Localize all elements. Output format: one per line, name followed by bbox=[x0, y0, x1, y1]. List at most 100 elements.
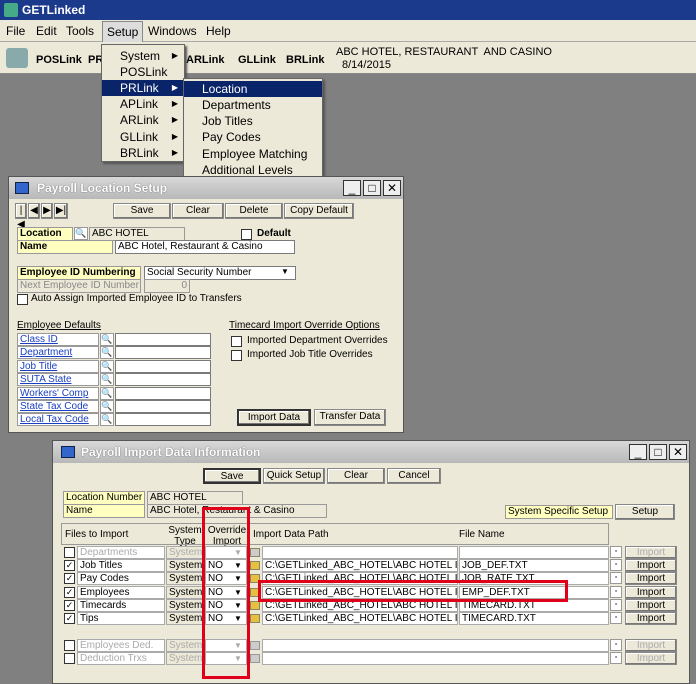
default-workers-comp-field[interactable] bbox=[115, 386, 211, 400]
chevron-down-icon[interactable]: ▼ bbox=[281, 267, 289, 276]
row-employees-import-button[interactable]: Import bbox=[625, 585, 677, 599]
default-checkbox[interactable] bbox=[241, 229, 252, 240]
row-departments-import-button[interactable]: Import bbox=[625, 546, 677, 559]
prlink-menu-pay-codes[interactable]: Pay Codes bbox=[184, 129, 322, 145]
row-departments-file[interactable] bbox=[459, 546, 609, 559]
browse-icon[interactable]: ▫ bbox=[610, 598, 622, 611]
search-icon[interactable]: 🔍 bbox=[100, 413, 114, 427]
toolbar-gllink[interactable]: GLLink bbox=[238, 54, 276, 66]
browse-icon[interactable]: ▫ bbox=[610, 612, 622, 624]
close-button[interactable]: ✕ bbox=[383, 180, 401, 196]
search-icon[interactable]: 🔍 bbox=[100, 386, 114, 400]
row-departments-path[interactable] bbox=[262, 546, 458, 559]
minimize-button[interactable]: _ bbox=[343, 180, 361, 196]
setup-menu-gllink[interactable]: GLLink ▶ bbox=[102, 129, 184, 145]
row-tips-path[interactable]: C:\GETLinked_ABC_HOTEL\ABC HOTEL I bbox=[262, 612, 458, 625]
empid-numbering-select[interactable]: Social Security Number bbox=[144, 266, 296, 280]
import-data-button[interactable]: Import Data bbox=[237, 409, 311, 426]
row-departments-checkbox[interactable] bbox=[64, 547, 75, 558]
prlink-menu-departments[interactable]: Departments bbox=[184, 97, 322, 113]
row-employees-ded--import-button[interactable]: Import bbox=[625, 639, 677, 652]
default-class-id-field[interactable] bbox=[115, 333, 211, 346]
minimize-button[interactable]: _ bbox=[629, 444, 647, 460]
default-department-link[interactable]: Department bbox=[17, 346, 99, 360]
row-job-titles-path[interactable]: C:\GETLinked_ABC_HOTEL\ABC HOTEL I bbox=[262, 559, 458, 573]
browse-icon[interactable]: ▫ bbox=[610, 639, 622, 651]
default-workers-comp-link[interactable]: Workers' Comp bbox=[17, 386, 99, 400]
row-pay-codes-import-button[interactable]: Import bbox=[625, 572, 677, 586]
setup-menu-poslink[interactable]: POSLink bbox=[102, 64, 184, 80]
folder-icon[interactable] bbox=[250, 641, 260, 650]
folder-icon[interactable] bbox=[250, 600, 260, 610]
transfer-data-button[interactable]: Transfer Data bbox=[314, 409, 386, 426]
prev-record-button[interactable]: ◀ bbox=[28, 203, 40, 219]
menu-help[interactable]: Help bbox=[206, 24, 231, 38]
row-pay-codes-checkbox[interactable]: ✓ bbox=[64, 573, 75, 585]
toolbar-arlink[interactable]: ARLink bbox=[186, 54, 225, 66]
search-icon[interactable]: 🔍 bbox=[100, 346, 114, 360]
loc-copy-default-button[interactable]: Copy Default bbox=[284, 203, 354, 219]
loc-delete-button[interactable]: Delete bbox=[225, 203, 283, 219]
row-employees-ded--checkbox[interactable] bbox=[64, 640, 75, 651]
row-job-titles-checkbox[interactable]: ✓ bbox=[64, 560, 75, 572]
folder-icon[interactable] bbox=[250, 654, 260, 664]
menu-file[interactable]: File bbox=[6, 24, 25, 38]
search-icon[interactable]: 🔍 bbox=[100, 333, 114, 346]
imp-quick-setup-button[interactable]: Quick Setup bbox=[263, 468, 325, 484]
default-class-id-link[interactable]: Class ID bbox=[17, 333, 99, 346]
next-record-button[interactable]: ▶ bbox=[41, 203, 53, 219]
setup-menu-brlink[interactable]: BRLink ▶ bbox=[102, 145, 184, 161]
loc-save-button[interactable]: Save bbox=[113, 203, 171, 219]
maximize-button[interactable]: □ bbox=[649, 444, 667, 460]
setup-menu-arlink[interactable]: ARLink ▶ bbox=[102, 112, 184, 128]
imp-clear-button[interactable]: Clear bbox=[327, 468, 385, 484]
first-record-button[interactable]: |◀ bbox=[15, 203, 27, 230]
row-timecards-checkbox[interactable]: ✓ bbox=[64, 599, 75, 611]
row-employees-checkbox[interactable]: ✓ bbox=[64, 586, 75, 598]
row-tips-import-button[interactable]: Import bbox=[625, 612, 677, 625]
dept-override-checkbox[interactable] bbox=[231, 336, 242, 347]
toolbar-poslink[interactable]: POSLink bbox=[36, 54, 82, 66]
default-job-title-field[interactable] bbox=[115, 359, 211, 373]
menu-tools[interactable]: Tools bbox=[66, 24, 94, 38]
setup-menu-prlink[interactable]: PRLink ▶ bbox=[102, 80, 184, 96]
auto-assign-checkbox[interactable] bbox=[17, 294, 28, 305]
browse-icon[interactable]: ▫ bbox=[610, 585, 622, 598]
name-field[interactable]: ABC Hotel, Restaurant & Casino bbox=[115, 240, 295, 254]
search-icon[interactable]: 🔍 bbox=[100, 359, 114, 373]
menu-setup[interactable]: Setup bbox=[102, 21, 144, 43]
default-state-tax-code-field[interactable] bbox=[115, 400, 211, 413]
prlink-menu-employee-matching[interactable]: Employee Matching bbox=[184, 146, 322, 162]
loc-clear-button[interactable]: Clear bbox=[172, 203, 224, 219]
folder-icon[interactable] bbox=[250, 561, 260, 571]
browse-icon[interactable]: ▫ bbox=[610, 652, 622, 665]
location-field[interactable]: ABC HOTEL bbox=[89, 227, 185, 241]
search-icon[interactable]: 🔍 bbox=[100, 400, 114, 413]
setup-menu-system[interactable]: System ▶ bbox=[102, 48, 184, 64]
folder-icon[interactable] bbox=[250, 614, 260, 623]
maximize-button[interactable]: □ bbox=[363, 180, 381, 196]
row-timecards-import-button[interactable]: Import bbox=[625, 598, 677, 612]
browse-icon[interactable]: ▫ bbox=[610, 559, 622, 572]
browse-icon[interactable]: ▫ bbox=[610, 572, 622, 585]
row-deduction-trxs-path[interactable] bbox=[262, 652, 609, 666]
row-job-titles-import-button[interactable]: Import bbox=[625, 559, 677, 573]
default-local-tax-code-link[interactable]: Local Tax Code bbox=[17, 413, 99, 427]
prlink-menu-job-titles[interactable]: Job Titles bbox=[184, 113, 322, 129]
default-suta-state-link[interactable]: SUTA State bbox=[17, 373, 99, 387]
menu-edit[interactable]: Edit bbox=[36, 24, 57, 38]
imp-save-button[interactable]: Save bbox=[203, 468, 261, 484]
getlinked-icon[interactable] bbox=[6, 48, 28, 68]
setup-button[interactable]: Setup bbox=[615, 504, 675, 520]
default-department-field[interactable] bbox=[115, 346, 211, 360]
row-tips-checkbox[interactable]: ✓ bbox=[64, 613, 75, 624]
search-icon[interactable]: 🔍 bbox=[100, 373, 114, 387]
default-state-tax-code-link[interactable]: State Tax Code bbox=[17, 400, 99, 413]
default-suta-state-field[interactable] bbox=[115, 373, 211, 387]
toolbar-brlink[interactable]: BRLink bbox=[286, 54, 325, 66]
row-deduction-trxs-import-button[interactable]: Import bbox=[625, 652, 677, 666]
location-lookup-icon[interactable]: 🔍 bbox=[74, 227, 88, 240]
row-job-titles-file[interactable]: JOB_DEF.TXT bbox=[459, 559, 609, 573]
default-local-tax-code-field[interactable] bbox=[115, 413, 211, 427]
job-override-checkbox[interactable] bbox=[231, 350, 242, 361]
